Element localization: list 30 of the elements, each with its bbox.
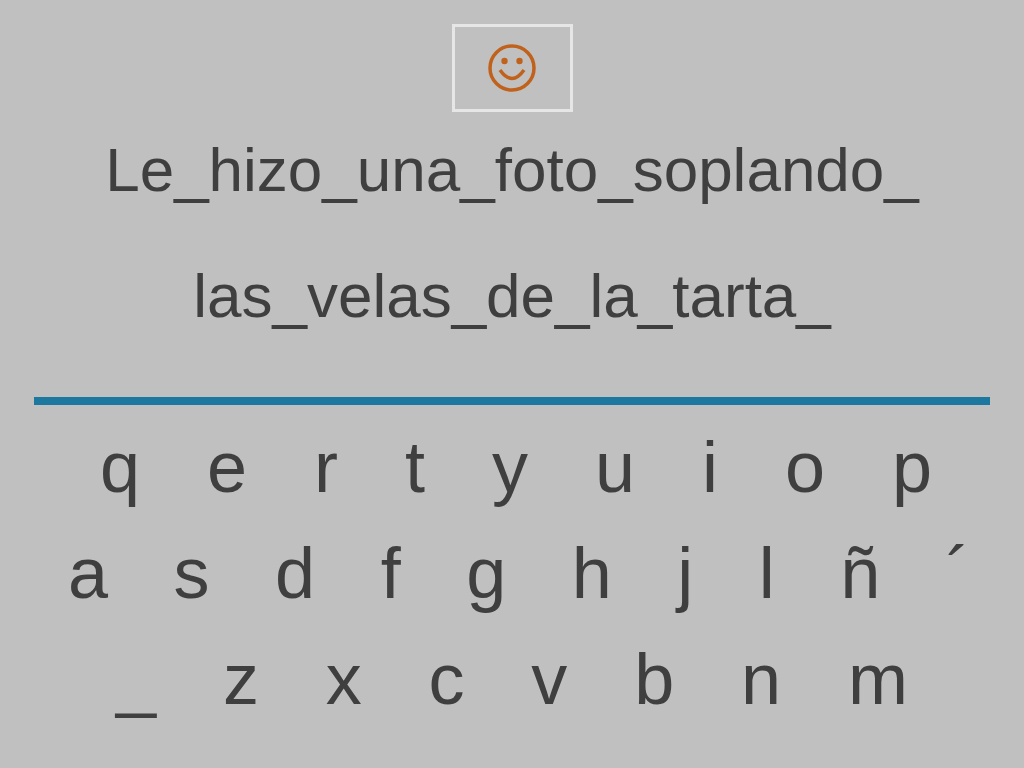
letter-key[interactable]: c (424, 637, 469, 721)
letter-key[interactable]: v (527, 637, 572, 721)
letter-key[interactable]: y (487, 425, 532, 509)
letter-key[interactable]: t (401, 425, 429, 509)
letter-key[interactable]: u (590, 425, 639, 509)
letter-key[interactable]: z (218, 637, 263, 721)
letter-key[interactable]: r (310, 425, 342, 509)
letter-key[interactable]: j (673, 531, 698, 615)
letter-key[interactable]: f (376, 531, 405, 615)
letter-key[interactable]: a (64, 531, 113, 615)
letter-key[interactable]: i (697, 425, 722, 509)
letter-key[interactable]: b (630, 637, 679, 721)
letter-key[interactable]: p (887, 425, 936, 509)
sentence-line: Le_hizo_una_foto_soplando_ (105, 134, 919, 206)
sentence-line: las_velas_de_la_tarta_ (193, 260, 831, 332)
letter-key[interactable]: ´ (941, 531, 974, 615)
letter-key[interactable]: x (321, 637, 366, 721)
letter-key[interactable]: g (462, 531, 511, 615)
letter-key[interactable]: _ (112, 637, 161, 721)
letter-key[interactable]: ñ (836, 531, 885, 615)
letter-key[interactable]: s (169, 531, 214, 615)
letter-key[interactable]: h (567, 531, 616, 615)
letter-key[interactable]: e (203, 425, 252, 509)
smiley-icon (487, 43, 537, 93)
letter-key[interactable]: o (780, 425, 829, 509)
letter-key[interactable]: l (754, 531, 779, 615)
letter-key[interactable]: q (96, 425, 145, 509)
letter-key[interactable]: n (737, 637, 786, 721)
letter-key[interactable]: m (843, 637, 912, 721)
letter-key[interactable]: d (271, 531, 320, 615)
